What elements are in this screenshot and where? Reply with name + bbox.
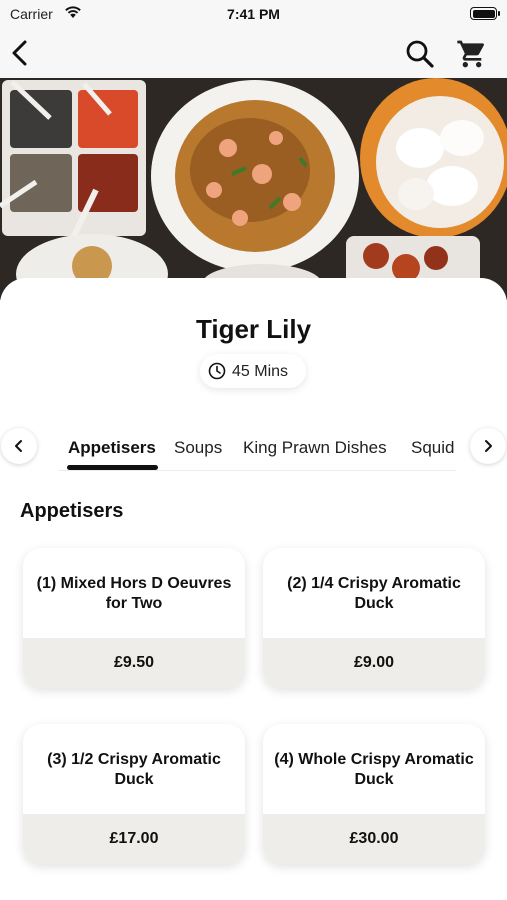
tab-king-prawn-dishes[interactable]: King Prawn Dishes xyxy=(243,438,387,458)
menu-item-price: £9.50 xyxy=(113,654,155,671)
menu-item-price: £17.00 xyxy=(109,830,159,847)
chevron-right-icon xyxy=(485,440,492,452)
menu-item-name: (3) 1/2 Crispy Aromatic Duck xyxy=(47,751,221,788)
tab-appetisers[interactable]: Appetisers xyxy=(68,438,156,458)
cart-button[interactable] xyxy=(456,38,488,70)
delivery-time-label: 45 Mins xyxy=(232,363,289,380)
menu-item-card[interactable]: (3) 1/2 Crispy Aromatic Duck £17.00 xyxy=(23,724,245,864)
menu-item-price-band: £9.50 xyxy=(23,638,245,688)
active-tab-indicator xyxy=(67,465,158,470)
chevron-left-icon xyxy=(15,440,22,452)
menu-item-card[interactable]: (4) Whole Crispy Aromatic Duck £30.00 xyxy=(263,724,485,864)
clock-icon xyxy=(208,362,226,380)
menu-item-name: (4) Whole Crispy Aromatic Duck xyxy=(274,751,474,788)
cart-icon xyxy=(457,40,485,68)
back-button[interactable] xyxy=(8,38,32,68)
tabs-scroll-left-button[interactable] xyxy=(1,428,37,464)
menu-item-price-band: £9.00 xyxy=(263,638,485,688)
menu-item-price: £9.00 xyxy=(353,654,395,671)
tabs-divider xyxy=(58,470,456,471)
menu-item-price-band: £30.00 xyxy=(263,814,485,864)
navigation-bar xyxy=(0,30,507,78)
chevron-left-icon xyxy=(12,40,27,66)
restaurant-name: Tiger Lily xyxy=(195,314,312,344)
tab-soups[interactable]: Soups xyxy=(174,438,222,458)
restaurant-hero-image xyxy=(0,78,507,300)
tabs-scroll-right-button[interactable] xyxy=(470,428,506,464)
search-button[interactable] xyxy=(404,38,436,70)
menu-item-price: £30.00 xyxy=(349,830,399,847)
menu-item-card[interactable]: (2) 1/4 Crispy Aromatic Duck £9.00 xyxy=(263,548,485,688)
menu-item-name: (1) Mixed Hors D Oeuvres for Two xyxy=(36,575,232,612)
section-title: Appetisers xyxy=(20,500,124,522)
status-time: 7:41 PM xyxy=(227,6,280,22)
menu-item-name: (2) 1/4 Crispy Aromatic Duck xyxy=(287,575,461,612)
delivery-time-badge: 45 Mins xyxy=(200,354,306,388)
tab-squid[interactable]: Squid xyxy=(411,438,454,458)
menu-item-card[interactable]: (1) Mixed Hors D Oeuvres for Two £9.50 xyxy=(23,548,245,688)
status-bar: Carrier 7:41 PM xyxy=(0,0,507,30)
search-icon xyxy=(406,40,434,68)
battery-icon xyxy=(470,7,500,20)
menu-item-price-band: £17.00 xyxy=(23,814,245,864)
